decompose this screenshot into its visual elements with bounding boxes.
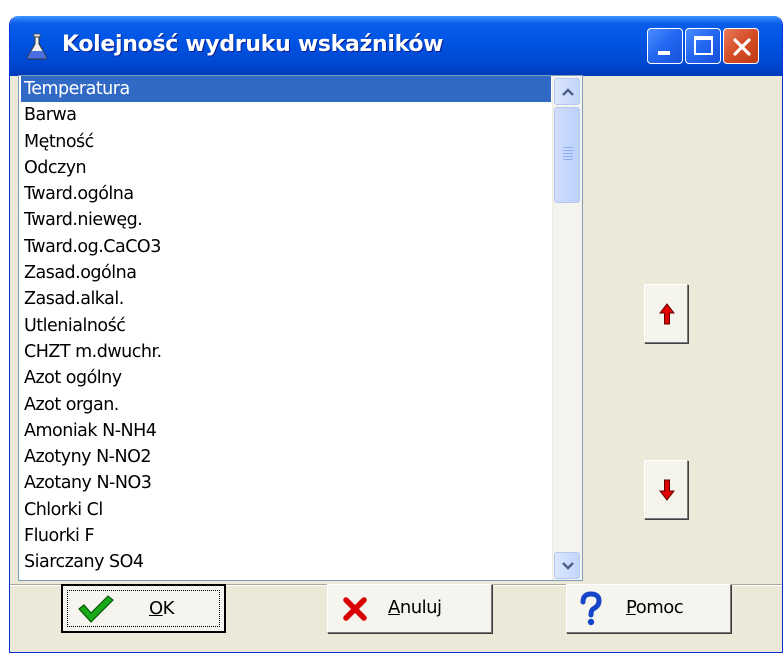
scroll-grip-line xyxy=(563,147,573,148)
maximize-button[interactable] xyxy=(685,28,721,64)
list-item[interactable]: Azotany N-NO3 xyxy=(21,470,551,496)
list-item[interactable]: Fluorki F xyxy=(21,523,551,549)
question-mark-icon xyxy=(580,591,602,626)
list-item[interactable]: Chlorki Cl xyxy=(21,497,551,523)
green-checkmark-icon xyxy=(78,595,114,623)
scroll-grip-line xyxy=(563,159,573,160)
list-item[interactable]: Azotyny N-NO2 xyxy=(21,444,551,470)
dialog-window: Kolejność wydruku wskaźników Temperatura… xyxy=(9,16,783,653)
list-item[interactable]: Zasad.alkal. xyxy=(21,286,551,312)
scroll-up-button[interactable] xyxy=(554,78,580,105)
cancel-label: Anuluj xyxy=(388,597,442,618)
list-item[interactable]: Amoniak N-NH4 xyxy=(21,418,551,444)
list-item[interactable]: Temperatura xyxy=(21,76,551,103)
indicator-list[interactable]: Temperatura Barwa Mętność Odczyn Tward.ogóln… xyxy=(18,75,583,581)
move-down-button[interactable] xyxy=(644,460,688,519)
scroll-down-button[interactable] xyxy=(554,552,580,579)
maximize-icon xyxy=(694,36,713,55)
help-button[interactable]: Pomoc xyxy=(566,584,731,633)
list-item[interactable]: Zasad.ogólna xyxy=(21,260,551,286)
flask-icon xyxy=(27,33,47,60)
red-arrow-down-icon xyxy=(659,479,675,501)
list-item[interactable]: Azot organ. xyxy=(21,392,551,418)
list-items: Temperatura Barwa Mętność Odczyn Tward.ogóln… xyxy=(21,76,551,576)
help-label: Pomoc xyxy=(626,597,684,618)
ok-label: OK xyxy=(149,598,174,619)
chevron-up-icon xyxy=(562,88,574,96)
close-button[interactable] xyxy=(723,28,759,64)
list-item[interactable]: Barwa xyxy=(21,102,551,128)
list-item[interactable]: Utlenialność xyxy=(21,313,551,339)
list-item[interactable]: Tward.og.CaCO3 xyxy=(21,234,551,260)
minimize-icon xyxy=(658,51,670,55)
list-item[interactable]: Tward.ogólna xyxy=(21,181,551,207)
list-item[interactable]: Odczyn xyxy=(21,155,551,181)
title-bar[interactable]: Kolejność wydruku wskaźników xyxy=(10,16,782,76)
minimize-button[interactable] xyxy=(647,28,683,64)
vertical-scrollbar[interactable] xyxy=(552,76,582,580)
scroll-thumb[interactable] xyxy=(554,107,580,203)
scroll-grip-line xyxy=(563,153,573,154)
list-item[interactable]: Azot ogólny xyxy=(21,365,551,391)
ok-button[interactable]: OK xyxy=(61,584,226,633)
list-item[interactable]: Mętność xyxy=(21,129,551,155)
scroll-grip-line xyxy=(563,156,573,157)
list-item[interactable]: Siarczany SO4 xyxy=(21,549,551,575)
chevron-down-icon xyxy=(562,562,574,570)
list-item[interactable]: Tward.niewęg. xyxy=(21,207,551,233)
move-up-button[interactable] xyxy=(644,284,688,343)
red-arrow-up-icon xyxy=(659,303,675,325)
close-icon xyxy=(733,38,751,56)
red-x-icon xyxy=(343,597,367,621)
scroll-grip-line xyxy=(563,150,573,151)
window-title: Kolejność wydruku wskaźników xyxy=(62,32,444,57)
cancel-button[interactable]: Anuluj xyxy=(327,584,492,633)
list-item[interactable]: CHZT m.dwuchr. xyxy=(21,339,551,365)
